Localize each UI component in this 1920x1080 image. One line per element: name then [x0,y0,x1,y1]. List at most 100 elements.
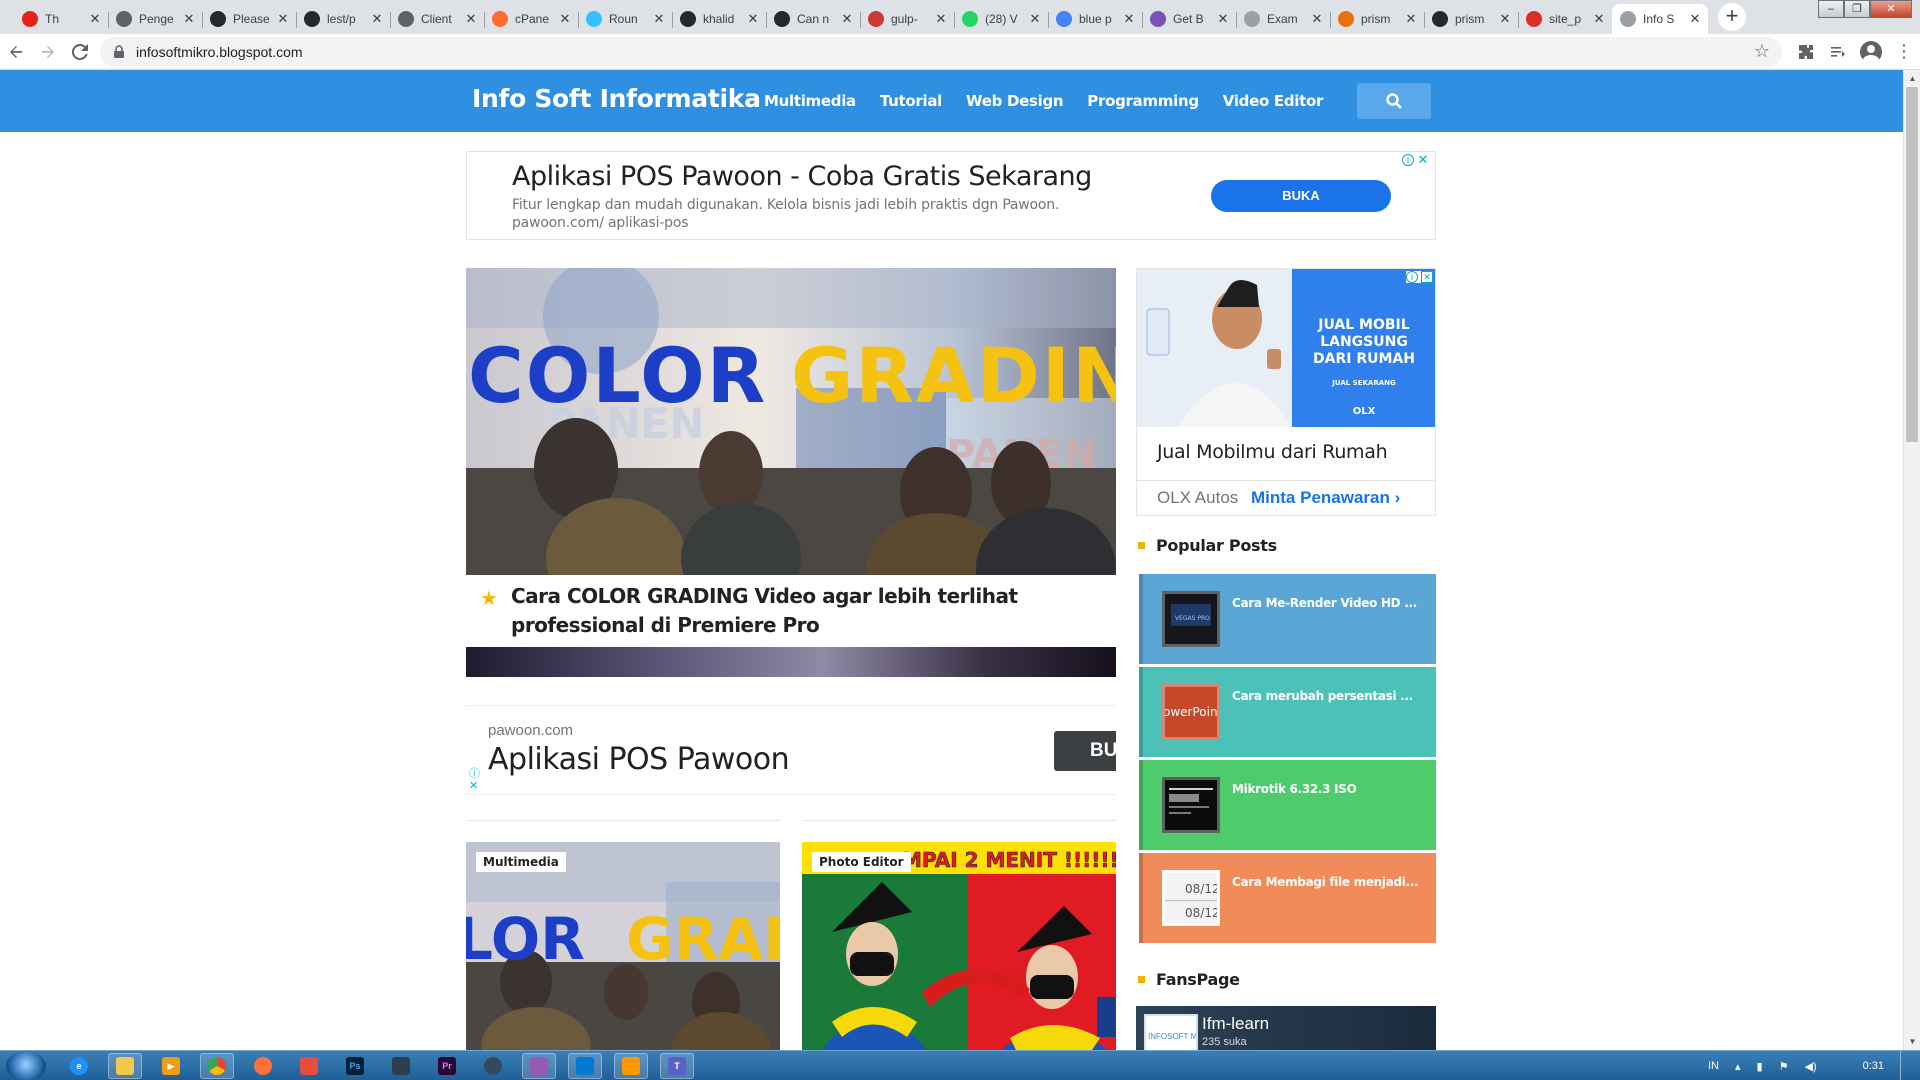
extensions-puzzle-icon[interactable] [1790,36,1822,68]
browser-tab-title[interactable]: Th [45,12,88,26]
ad-banner-top[interactable]: Aplikasi POS Pawoon - Coba Gratis Sekara… [466,151,1436,240]
taskbar-media-icon[interactable]: ▶ [154,1053,188,1079]
tray-expand-icon[interactable]: ▴ [1735,1060,1741,1073]
ad-title[interactable]: Aplikasi POS Pawoon [488,742,790,777]
taskbar-app-icon[interactable] [476,1053,510,1079]
tab-close-icon[interactable]: ✕ [558,11,572,27]
ad-cta-label[interactable]: Minta Penawaran [1251,488,1390,507]
post-thumbnail[interactable]: MPAI 2 MENIT !!!!!!!!! [802,842,1116,1050]
tab-close-icon[interactable]: ✕ [1216,11,1230,27]
featured-post[interactable]: PANEN PANEN COLOR GRADING ★ Cara COLOR G… [466,268,1116,677]
maximize-button[interactable]: ❐ [1844,0,1870,18]
address-bar[interactable]: infosoftmikro.blogspot.com ☆ [100,36,1782,67]
popular-post-title[interactable]: Mikrotik 6.32.3 ISO [1232,782,1422,796]
browser-tab[interactable]: cPane ✕ [484,4,578,34]
reading-list-icon[interactable] [1822,36,1854,68]
browser-tab[interactable]: (28) V ✕ [954,4,1048,34]
tab-close-icon[interactable]: ✕ [652,11,666,27]
tray-language[interactable]: IN [1708,1060,1719,1072]
browser-tab[interactable]: Client ✕ [390,4,484,34]
ad-title[interactable]: Jual Mobilmu dari Rumah [1157,441,1388,463]
browser-tab[interactable]: lest/p ✕ [296,4,390,34]
tab-close-icon[interactable]: ✕ [1498,11,1512,27]
taskbar-vscode-icon[interactable] [568,1053,602,1079]
browser-tab[interactable]: Please ✕ [202,4,296,34]
taskbar-explorer-icon[interactable] [108,1053,142,1079]
ad-choices-icon[interactable]: i ✕ [1402,153,1429,166]
profile-avatar-icon[interactable] [1860,40,1882,63]
nav-item-web-design[interactable]: Web Design [966,92,1064,110]
featured-post-image[interactable]: PANEN PANEN COLOR GRADING [466,268,1116,575]
fanspage-logo[interactable]: INFOSOFT M [1144,1014,1198,1050]
popular-post-title[interactable]: Cara Membagi file menjadi... [1232,875,1422,889]
scrollbar-thumb[interactable] [1906,87,1918,442]
back-button[interactable] [0,36,32,68]
browser-tab[interactable]: prism ✕ [1424,4,1518,34]
taskbar-teams-icon[interactable]: T [660,1053,694,1079]
ad-title[interactable]: Aplikasi POS Pawoon - Coba Gratis Sekara… [512,161,1092,192]
taskbar-sublime-icon[interactable] [614,1053,648,1079]
ad-cta-link[interactable]: Minta Penawaran › [1251,488,1400,508]
browser-tab[interactable]: gulp- ✕ [860,4,954,34]
page-scrollbar[interactable]: ▲ ▼ [1903,70,1920,1050]
url-text[interactable]: infosoftmikro.blogspot.com [136,44,1754,60]
popular-post-item[interactable]: 08/12 08/12 Cara Membagi file menjadi... [1139,853,1436,943]
nav-item-multimedia[interactable]: Multimedia [764,92,856,110]
nav-item-tutorial[interactable]: Tutorial [880,92,942,110]
browser-tab[interactable]: blue p ✕ [1048,4,1142,34]
fanspage-widget[interactable]: INFOSOFT M Ifm-learn 235 suka [1136,1006,1436,1050]
taskbar-network-icon[interactable] [384,1053,418,1079]
tab-close-icon[interactable]: ✕ [370,11,384,27]
search-button[interactable] [1357,83,1431,119]
browser-tab-title[interactable]: Penge [139,12,182,26]
show-desktop-button[interactable] [1900,1051,1910,1080]
browser-tab[interactable]: Can n ✕ [766,4,860,34]
tab-close-icon[interactable]: ✕ [934,11,948,27]
ad-info-icon[interactable]: ⓘ ✕ [469,768,480,792]
browser-tab-title[interactable]: blue p [1079,12,1122,26]
minimize-button[interactable]: – [1818,0,1844,18]
ad-choices-icon[interactable]: i ✕ [1406,271,1433,283]
taskbar-app-icon[interactable] [292,1053,326,1079]
browser-tab[interactable]: prism ✕ [1330,4,1424,34]
tab-close-icon[interactable]: ✕ [464,11,478,27]
fanspage-name[interactable]: Ifm-learn [1202,1014,1269,1034]
tab-close-icon[interactable]: ✕ [1310,11,1324,27]
browser-tab-title[interactable]: prism [1455,12,1498,26]
taskbar-app-icon[interactable] [522,1053,556,1079]
browser-tab-title[interactable]: Info S [1643,12,1688,26]
tray-clock[interactable]: 0:31 [1863,1060,1884,1072]
site-title[interactable]: Info Soft Informatika [472,84,761,113]
browser-tab-title[interactable]: Client [421,12,464,26]
ad-open-button[interactable]: BU [1054,731,1116,771]
tray-signal-icon[interactable]: ▮ [1757,1060,1763,1073]
browser-tab-title[interactable]: Can n [797,12,840,26]
nav-item-programming[interactable]: Programming [1087,92,1199,110]
taskbar-premiere-icon[interactable]: Pr [430,1053,464,1079]
tab-close-icon[interactable]: ✕ [1028,11,1042,27]
browser-tab-title[interactable]: Get B [1173,12,1216,26]
popular-post-title[interactable]: Cara Me-Render Video HD ... [1232,596,1422,610]
browser-tab-title[interactable]: Please [233,12,276,26]
browser-tab[interactable]: Exam ✕ [1236,4,1330,34]
scroll-down-arrow-icon[interactable]: ▼ [1904,1033,1920,1050]
browser-tab[interactable]: Get B ✕ [1142,4,1236,34]
post-thumbnail[interactable]: LOR GRAD [466,842,780,1050]
tab-close-icon[interactable]: ✕ [1404,11,1418,27]
browser-tab[interactable]: Roun ✕ [578,4,672,34]
popular-post-item[interactable]: VEGAS PRO Cara Me-Render Video HD ... [1139,574,1436,664]
new-tab-button[interactable]: + [1718,3,1746,31]
forward-button[interactable] [32,36,64,68]
post-category-label[interactable]: Multimedia [476,852,566,872]
tab-close-icon[interactable]: ✕ [276,11,290,27]
popular-post-thumbnail[interactable]: 08/12 08/12 [1162,870,1220,926]
tab-close-icon[interactable]: ✕ [1592,11,1606,27]
post-card[interactable]: MPAI 2 MENIT !!!!!!!!! Photo Editor [802,842,1116,1050]
chrome-menu-icon[interactable]: ⋮ [1888,36,1920,68]
scroll-up-arrow-icon[interactable]: ▲ [1904,70,1920,87]
ad-sidebar[interactable]: JUAL MOBIL LANGSUNG DARI RUMAH JUAL SEKARA… [1136,268,1436,516]
browser-tab[interactable]: khalid ✕ [672,4,766,34]
ad-open-button[interactable]: BUKA [1211,180,1391,212]
popular-post-item[interactable]: owerPoin Cara merubah persentasi ... [1139,667,1436,757]
tray-volume-icon[interactable]: ◀) [1804,1060,1816,1073]
